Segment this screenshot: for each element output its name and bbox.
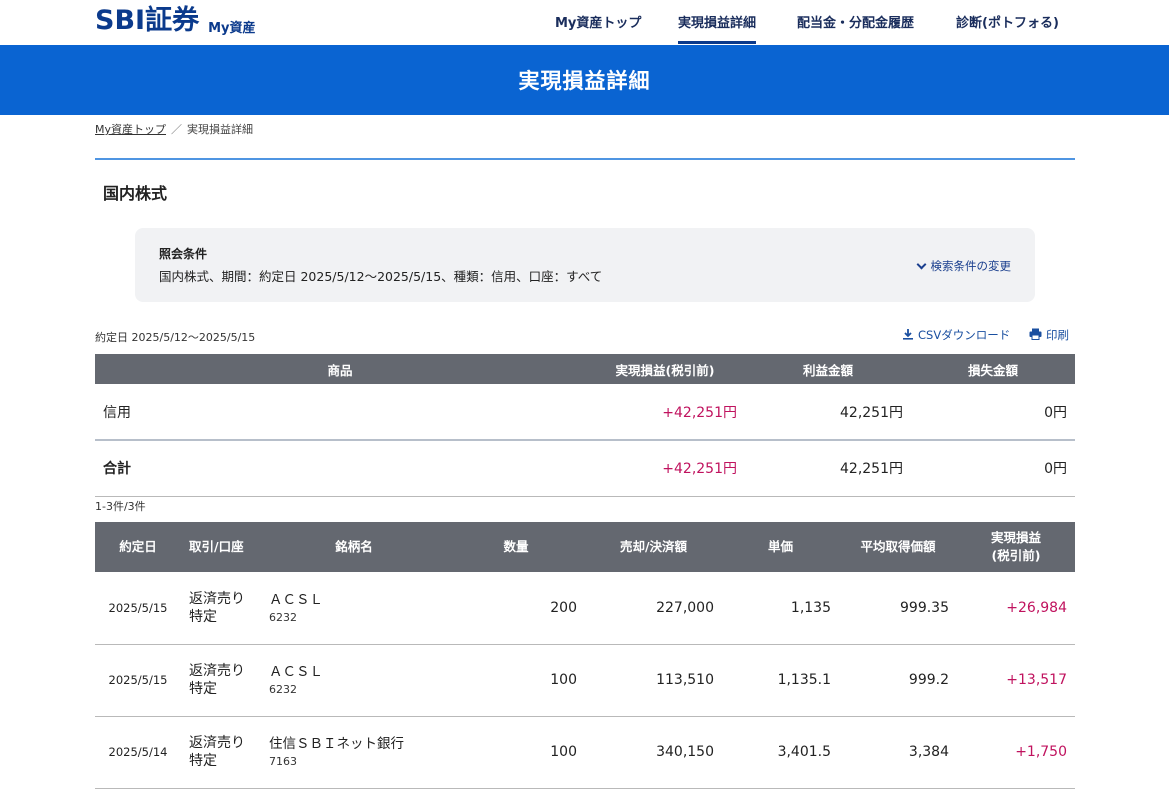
row-trade-type: 返済売り	[189, 663, 245, 679]
top-bar: SBI証券 My資産 My資産トップ 実現損益詳細 配当金・分配金履歴 診断(ポ…	[0, 0, 1169, 45]
header-quantity: 数量	[447, 522, 585, 572]
search-conditions-box: 照会条件 国内株式、期間：約定日 2025/5/12〜2025/5/15、種類：…	[135, 228, 1035, 302]
detail-table: 約定日 取引/口座 銘柄名 数量 売却/決済額 単価 平均取得価額 実現損益 (税…	[95, 522, 1075, 789]
change-conditions-label: 検索条件の変更	[930, 259, 1012, 273]
summary-header-loss: 損失金額	[911, 354, 1075, 384]
row-account: 特定	[189, 681, 217, 697]
row-trade: 返済売り 特定	[181, 716, 261, 789]
row-unit-price: 3,401.5	[722, 716, 839, 789]
row-date: 2025/5/15	[95, 572, 181, 645]
csv-download-label: CSVダウンロード	[918, 328, 1011, 342]
summary-product: 信用	[95, 384, 585, 441]
breadcrumb: My資産トップ ／ 実現損益詳細	[95, 121, 253, 137]
nav-dividend-history[interactable]: 配当金・分配金履歴	[797, 12, 914, 31]
summary-header-pnl: 実現損益(税引前)	[585, 354, 745, 384]
row-amount: 113,510	[585, 644, 722, 717]
total-loss: 0円	[911, 440, 1075, 497]
summary-row: 信用 +42,251円 42,251円 0円	[95, 384, 1075, 441]
row-account: 特定	[189, 608, 217, 625]
print-button[interactable]: 印刷	[1029, 327, 1069, 343]
row-trade-type: 返済売り	[189, 590, 245, 607]
header-pnl-line2: (税引前)	[991, 548, 1041, 563]
row-realized-pnl: +13,517	[957, 644, 1075, 717]
row-brand-code: 6232	[269, 683, 297, 696]
row-avg-price: 3,384	[839, 716, 957, 789]
page-hero: 実現損益詳細	[0, 45, 1169, 115]
row-brand-name: ＡＣＳＬ	[269, 591, 323, 608]
row-date: 2025/5/14	[95, 716, 181, 789]
row-realized-pnl: +1,750	[957, 716, 1075, 789]
print-label: 印刷	[1046, 328, 1069, 342]
header-amount: 売却/決済額	[585, 522, 722, 572]
row-trade: 返済売り 特定	[181, 572, 261, 645]
row-brand-name: 住信ＳＢＩネット銀行	[269, 736, 404, 752]
sbi-logo[interactable]: SBI証券 My資産	[95, 4, 256, 38]
nav-diagnosis[interactable]: 診断(ポトフォる)	[956, 12, 1059, 31]
total-pnl: +42,251円	[585, 440, 745, 497]
csv-download-button[interactable]: CSVダウンロード	[902, 327, 1010, 343]
row-trade-type: 返済売り	[189, 735, 245, 751]
conditions-text: 国内株式、期間：約定日 2025/5/12〜2025/5/15、種類：信用、口座…	[159, 269, 603, 284]
row-unit-price: 1,135	[722, 572, 839, 645]
breadcrumb-current: 実現損益詳細	[187, 123, 254, 136]
printer-icon	[1029, 328, 1042, 343]
summary-header-product: 商品	[95, 354, 585, 384]
row-quantity: 200	[447, 572, 585, 645]
header-trade-account: 取引/口座	[181, 522, 261, 572]
total-profit: 42,251円	[745, 440, 911, 497]
row-brand-code: 7163	[269, 755, 297, 768]
period-label: 約定日 2025/5/12〜2025/5/15	[95, 331, 256, 344]
chevron-down-icon	[916, 259, 926, 269]
table-row: 2025/5/15 返済売り特定 ＡＣＳＬ 6232 100 113,510 1,…	[95, 644, 1075, 717]
row-quantity: 100	[447, 644, 585, 717]
row-brand-name: ＡＣＳＬ	[269, 664, 323, 680]
page-title: 実現損益詳細	[518, 69, 651, 93]
conditions-label: 照会条件	[159, 247, 208, 261]
row-brand: ＡＣＳＬ 6232	[261, 644, 447, 717]
row-amount: 227,000	[585, 572, 722, 645]
logo-main-text: SBI証券	[95, 5, 200, 36]
header-unit-price: 単価	[722, 522, 839, 572]
section-divider	[95, 158, 1075, 160]
header-date: 約定日	[95, 522, 181, 572]
section-title: 国内株式	[103, 184, 168, 203]
table-row: 2025/5/15 返済売り 特定 ＡＣＳＬ 6232 200 227,000 1,…	[95, 572, 1075, 645]
nav-my-assets-top[interactable]: My資産トップ	[555, 12, 641, 31]
summary-header-profit: 利益金額	[745, 354, 911, 384]
download-icon	[902, 328, 914, 343]
header-realized-pnl: 実現損益 (税引前)	[957, 522, 1075, 572]
summary-header-row: 商品 実現損益(税引前) 利益金額 損失金額	[95, 354, 1075, 384]
detail-header-row: 約定日 取引/口座 銘柄名 数量 売却/決済額 単価 平均取得価額 実現損益 (税…	[95, 522, 1075, 572]
nav-realized-pnl[interactable]: 実現損益詳細	[678, 12, 757, 44]
summary-pnl: +42,251円	[585, 384, 745, 441]
row-avg-price: 999.35	[839, 572, 957, 645]
header-avg-price: 平均取得価額	[839, 522, 957, 572]
row-avg-price: 999.2	[839, 644, 957, 717]
header-pnl-line1: 実現損益	[990, 530, 1041, 545]
table-row: 2025/5/14 返済売り特定 住信ＳＢＩネット銀行 7163 100 340,…	[95, 716, 1075, 789]
logo-sub-text: My資産	[208, 21, 256, 36]
breadcrumb-home-link[interactable]: My資産トップ	[95, 123, 166, 136]
total-label: 合計	[95, 440, 585, 497]
row-brand: ＡＣＳＬ 6232	[261, 572, 447, 645]
result-count: 1-3件/3件	[95, 500, 146, 513]
header-brand: 銘柄名	[261, 522, 447, 572]
row-brand: 住信ＳＢＩネット銀行 7163	[261, 716, 447, 789]
summary-table: 商品 実現損益(税引前) 利益金額 損失金額 信用 +42,251円 42,25…	[95, 354, 1075, 497]
summary-total-row: 合計 +42,251円 42,251円 0円	[95, 440, 1075, 497]
row-amount: 340,150	[585, 716, 722, 789]
summary-loss: 0円	[911, 384, 1075, 441]
row-date: 2025/5/15	[95, 644, 181, 717]
row-quantity: 100	[447, 716, 585, 789]
summary-profit: 42,251円	[745, 384, 911, 441]
row-brand-code: 6232	[269, 610, 297, 624]
row-trade: 返済売り 特定	[181, 644, 261, 717]
breadcrumb-separator: ／	[171, 123, 183, 136]
row-account: 特定	[189, 753, 217, 769]
row-unit-price: 1,135.1	[722, 644, 839, 717]
change-conditions-link[interactable]: 検索条件の変更	[916, 258, 1012, 274]
row-realized-pnl: +26,984	[957, 572, 1075, 645]
